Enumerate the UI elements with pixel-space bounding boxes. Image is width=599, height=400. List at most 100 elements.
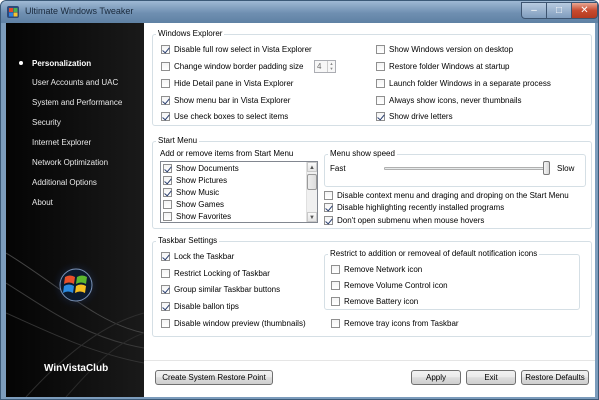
start-menu-items-list[interactable]: Show Documents Show Pictures Show Music … [160,161,318,223]
we-right-3-checkbox[interactable] [376,96,385,105]
we-left-0-label: Disable full row select in Vista Explore… [174,45,312,54]
tb-left-3[interactable]: Disable ballon tips [161,302,239,311]
we-right-2-checkbox[interactable] [376,79,385,88]
list-item[interactable]: Show Games [163,200,224,209]
minimize-button[interactable]: – [521,2,547,19]
sidebar-item-additional-options[interactable]: Additional Options [32,178,97,187]
sm-option-0[interactable]: Disable context menu and draging and dro… [324,191,569,200]
sm-option-1-label: Disable highlighting recently installed … [337,203,505,212]
list-scrollbar[interactable]: ▲ ▼ [306,162,317,222]
list-item[interactable]: Show Pictures [163,176,227,185]
we-right-4-checkbox[interactable] [376,112,385,121]
sidebar-item-security[interactable]: Security [32,118,61,127]
we-right-3[interactable]: Always show icons, never thumbnails [376,96,522,105]
speed-slider-track[interactable] [384,167,550,170]
create-restore-point-button[interactable]: Create System Restore Point [155,370,273,385]
tb-left-2[interactable]: Group similar Taskbar buttons [161,285,280,294]
tb-restrict-2[interactable]: Remove Battery icon [331,297,418,306]
exit-button[interactable]: Exit [466,370,516,385]
we-right-0-label: Show Windows version on desktop [389,45,514,54]
we-left-4-label: Use check boxes to select items [174,112,289,121]
client-area: Personalization User Accounts and UAC Sy… [6,23,595,397]
spinner-arrows-icon[interactable]: ▲ ▼ [327,61,335,72]
sidebar-item-internet-explorer[interactable]: Internet Explorer [32,138,91,147]
tb-left-3-checkbox[interactable] [161,302,170,311]
padding-size-value: 4 [317,62,322,71]
we-left-3[interactable]: Show menu bar in Vista Explorer [161,96,290,105]
we-right-1-checkbox[interactable] [376,62,385,71]
list-item-label: Show Documents [176,164,239,173]
tb-restrict-1-checkbox[interactable] [331,281,340,290]
maximize-button[interactable]: □ [546,2,572,19]
sm-option-2-checkbox[interactable] [324,216,333,225]
we-right-2[interactable]: Launch folder Windows in a separate proc… [376,79,551,88]
sidebar-item-personalization[interactable]: Personalization [32,59,91,68]
we-left-0-checkbox[interactable] [161,45,170,54]
sm-option-1[interactable]: Disable highlighting recently installed … [324,203,504,212]
app-icon [7,6,19,18]
tb-restrict-2-label: Remove Battery icon [344,297,419,306]
restore-defaults-button[interactable]: Restore Defaults [521,370,589,385]
sm-option-1-checkbox[interactable] [324,203,333,212]
tb-left-0[interactable]: Lock the Taskbar [161,252,234,261]
sm-option-2[interactable]: Don't open submenu when mouse hovers [324,216,484,225]
sm-option-0-label: Disable context menu and draging and dro… [337,191,569,200]
main-panel: Windows Explorer Disable full row select… [144,23,595,397]
padding-size-spinner[interactable]: 4 ▲ ▼ [314,60,336,73]
we-right-1[interactable]: Restore folder Windows at startup [376,62,510,71]
tb-restrict-0-checkbox[interactable] [331,265,340,274]
we-left-0[interactable]: Disable full row select in Vista Explore… [161,45,312,54]
list-item-checkbox[interactable] [163,200,172,209]
tb-left-2-label: Group similar Taskbar buttons [174,285,281,294]
list-item[interactable]: Show Music [163,188,219,197]
tb-left-0-label: Lock the Taskbar [174,252,235,261]
title-bar[interactable]: Ultimate Windows Tweaker – □ ✕ [1,1,598,23]
list-item-checkbox[interactable] [163,176,172,185]
tb-left-1[interactable]: Restrict Locking of Taskbar [161,269,270,278]
we-left-2-checkbox[interactable] [161,79,170,88]
we-right-0-checkbox[interactable] [376,45,385,54]
speed-fast-label: Fast [330,164,346,173]
sidebar-item-user-accounts[interactable]: User Accounts and UAC [32,78,118,87]
tb-tray-label: Remove tray icons from Taskbar [344,319,459,328]
taskbar-settings-title: Taskbar Settings [156,236,220,245]
we-left-1[interactable]: Change window border padding size [161,62,303,71]
scroll-thumb[interactable] [307,174,317,190]
tb-left-2-checkbox[interactable] [161,285,170,294]
tb-left-4-checkbox[interactable] [161,319,170,328]
minimize-icon: – [531,5,537,16]
sm-option-0-checkbox[interactable] [324,191,333,200]
sidebar-item-system-performance[interactable]: System and Performance [32,98,122,107]
tb-tray[interactable]: Remove tray icons from Taskbar [331,319,459,328]
apply-button[interactable]: Apply [411,370,461,385]
we-right-4[interactable]: Show drive letters [376,112,453,121]
we-left-3-checkbox[interactable] [161,96,170,105]
sidebar-item-about[interactable]: About [32,198,53,207]
list-item-label: Show Pictures [176,176,228,185]
we-right-0[interactable]: Show Windows version on desktop [376,45,513,54]
start-menu-title: Start Menu [156,136,200,145]
footer-divider [144,360,595,361]
list-item[interactable]: Show Favorites [163,212,231,221]
sidebar-item-network-optimization[interactable]: Network Optimization [32,158,108,167]
tb-restrict-1[interactable]: Remove Volume Control icon [331,281,448,290]
tb-restrict-1-label: Remove Volume Control icon [344,281,448,290]
tb-restrict-0[interactable]: Remove Network icon [331,265,422,274]
list-item[interactable]: Show Documents [163,164,239,173]
tb-restrict-2-checkbox[interactable] [331,297,340,306]
we-left-1-checkbox[interactable] [161,62,170,71]
scroll-up-icon[interactable]: ▲ [307,162,317,172]
scroll-down-icon[interactable]: ▼ [307,212,317,222]
speed-slider-thumb[interactable] [543,161,550,175]
we-left-2[interactable]: Hide Detail pane in Vista Explorer [161,79,293,88]
we-left-4[interactable]: Use check boxes to select items [161,112,288,121]
close-button[interactable]: ✕ [571,2,598,19]
list-item-checkbox[interactable] [163,164,172,173]
tb-left-0-checkbox[interactable] [161,252,170,261]
list-item-checkbox[interactable] [163,188,172,197]
tb-tray-checkbox[interactable] [331,319,340,328]
we-left-4-checkbox[interactable] [161,112,170,121]
tb-left-1-checkbox[interactable] [161,269,170,278]
list-item-checkbox[interactable] [163,212,172,221]
tb-left-4[interactable]: Disable window preview (thumbnails) [161,319,306,328]
